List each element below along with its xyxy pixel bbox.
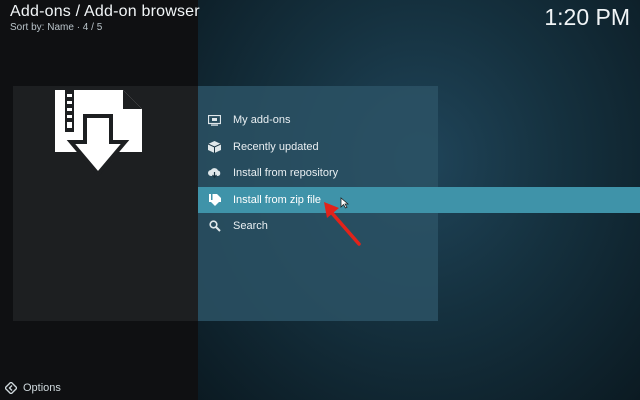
menu-item-label: Search	[233, 220, 268, 233]
header: Add-ons / Add-on browser Sort by: Name ·…	[10, 3, 200, 33]
footer[interactable]: Options	[5, 382, 61, 394]
clock: 1:20 PM	[544, 4, 630, 30]
menu-item-install-from-repository[interactable]: Install from repository	[198, 160, 640, 187]
cloud-download-icon	[208, 167, 221, 180]
menu-item-my-addons[interactable]: My add-ons	[198, 107, 640, 134]
menu-item-search[interactable]: Search	[198, 213, 640, 240]
menu-item-install-from-zip[interactable]: Install from zip file	[198, 186, 640, 213]
menu-item-label: Install from zip file	[233, 193, 322, 206]
search-icon	[208, 220, 221, 233]
zip-file-large-icon	[55, 90, 142, 178]
annotation-arrow-icon	[324, 202, 361, 246]
addon-menu: My add-ons Recently updated Install from…	[198, 107, 640, 240]
menu-item-label: My add-ons	[233, 114, 291, 127]
box-icon	[208, 140, 221, 153]
menu-item-recently-updated[interactable]: Recently updated	[198, 134, 640, 161]
zip-file-icon	[208, 193, 221, 206]
options-label: Options	[23, 382, 61, 394]
sort-info: Sort by: Name · 4 / 5	[10, 22, 103, 33]
page-title: Add-ons / Add-on browser	[10, 3, 200, 20]
monitor-icon	[208, 114, 221, 127]
menu-item-label: Install from repository	[233, 167, 339, 180]
options-icon	[5, 382, 17, 394]
menu-item-label: Recently updated	[233, 140, 319, 153]
